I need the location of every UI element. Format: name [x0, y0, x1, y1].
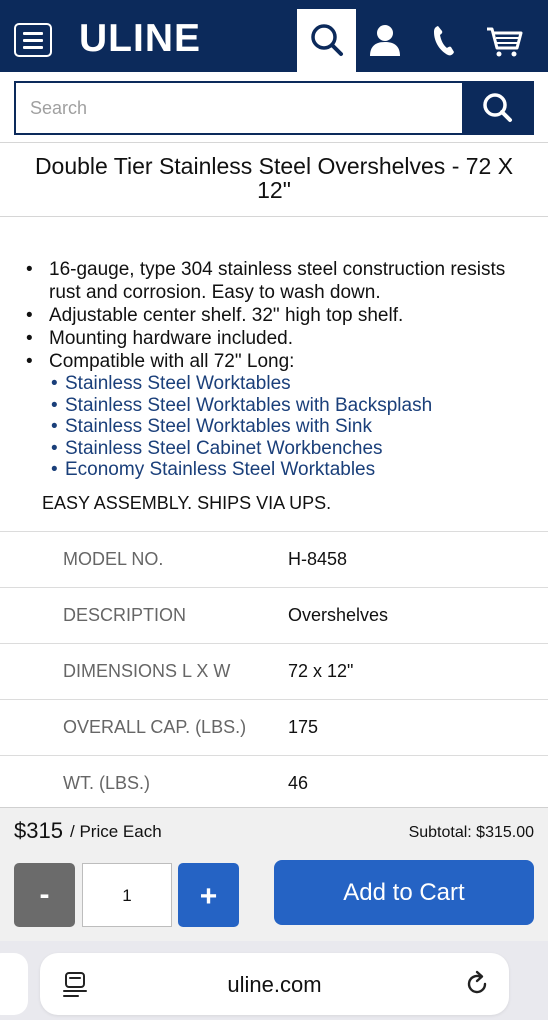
divider	[0, 216, 548, 217]
decrease-quantity-button[interactable]: -	[14, 863, 75, 927]
spec-row: WT. (LBS.) 46	[0, 755, 548, 811]
spec-label: OVERALL CAP. (LBS.)	[63, 717, 247, 737]
divider	[0, 142, 548, 143]
uline-logo[interactable]: ULINE	[79, 17, 201, 61]
url-text: uline.com	[227, 972, 322, 997]
purchase-panel: $315 / Price Each Subtotal: $315.00 - 1 …	[0, 807, 548, 941]
search-bar	[14, 81, 534, 135]
feature-bullet: Adjustable center shelf. 32" high top sh…	[26, 304, 531, 327]
cart-icon[interactable]	[484, 20, 524, 60]
compatible-link-economy-worktables[interactable]: Economy Stainless Steel Worktables	[26, 459, 531, 481]
shipping-note: EASY ASSEMBLY. SHIPS VIA UPS.	[42, 493, 332, 513]
feature-bullet: Mounting hardware included.	[26, 327, 531, 350]
search-submit-button[interactable]	[462, 83, 532, 133]
spec-value: 175	[288, 717, 319, 737]
price-unit-label: / Price Each	[70, 822, 162, 841]
compatible-link-worktables-backsplash[interactable]: Stainless Steel Worktables with Backspla…	[26, 395, 531, 417]
quantity-input[interactable]: 1	[82, 863, 172, 927]
search-input[interactable]	[16, 83, 464, 133]
spec-row: OVERALL CAP. (LBS.) 175	[0, 699, 548, 755]
search-icon	[483, 93, 512, 122]
product-features: 16-gauge, type 304 stainless steel const…	[26, 258, 531, 481]
compatible-link-cabinet-workbenches[interactable]: Stainless Steel Cabinet Workbenches	[26, 438, 531, 460]
spec-row: DIMENSIONS L X W 72 x 12"	[0, 643, 548, 699]
spec-label: DIMENSIONS L X W	[63, 661, 231, 681]
search-tab-button[interactable]	[297, 9, 356, 72]
increase-quantity-button[interactable]: +	[178, 863, 239, 927]
phone-icon[interactable]	[424, 20, 464, 60]
menu-icon[interactable]	[14, 23, 52, 57]
spec-value: 72 x 12"	[288, 661, 354, 681]
spec-label: WT. (LBS.)	[63, 773, 151, 793]
compatible-link-worktables-sink[interactable]: Stainless Steel Worktables with Sink	[26, 416, 531, 438]
address-bar[interactable]: uline.com	[40, 953, 509, 1015]
compatible-link-worktables[interactable]: Stainless Steel Worktables	[26, 373, 531, 395]
spec-row: DESCRIPTION Overshelves	[0, 587, 548, 643]
add-to-cart-button[interactable]: Add to Cart	[274, 860, 534, 925]
spec-label: DESCRIPTION	[63, 605, 187, 625]
subtotal: Subtotal: $315.00	[408, 824, 534, 841]
spec-label: MODEL NO.	[63, 549, 164, 569]
spec-value: 46	[288, 773, 309, 793]
product-title: Double Tier Stainless Steel Overshelves …	[34, 153, 514, 203]
browser-toolbar: uline.com	[0, 941, 548, 1020]
spec-value: Overshelves	[288, 605, 389, 625]
previous-tab[interactable]	[0, 953, 28, 1015]
search-icon	[311, 24, 343, 56]
site-header: ULINE	[0, 0, 548, 72]
spec-row: MODEL NO. H-8458	[0, 531, 548, 587]
user-icon[interactable]	[365, 20, 405, 60]
feature-bullet: 16-gauge, type 304 stainless steel const…	[26, 258, 531, 304]
price: $315	[14, 818, 63, 843]
feature-bullet: Compatible with all 72" Long:	[26, 350, 531, 373]
reload-icon[interactable]	[463, 970, 491, 998]
spec-value: H-8458	[288, 549, 348, 569]
